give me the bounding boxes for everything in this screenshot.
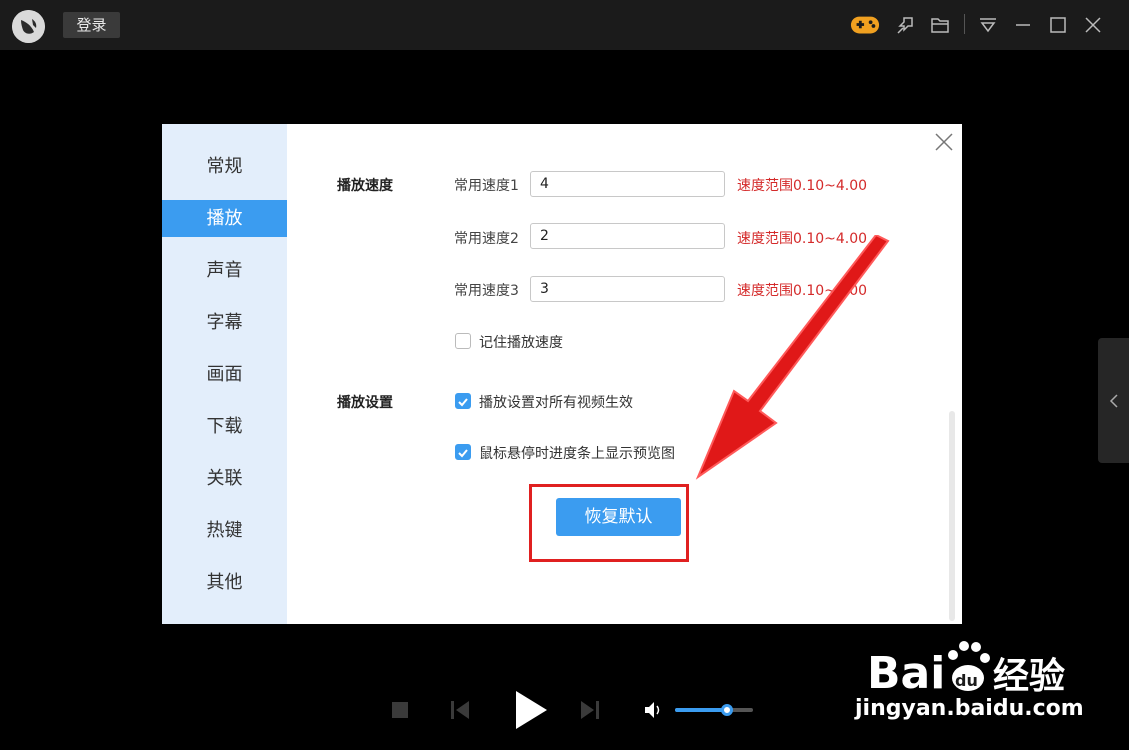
login-button[interactable]: 登录 (63, 12, 120, 38)
volume-slider-handle[interactable] (721, 704, 733, 716)
speed-2-label: 常用速度2 (454, 231, 519, 247)
hover-preview-checkbox[interactable] (455, 444, 471, 460)
apply-all-videos-checkbox[interactable] (455, 393, 471, 409)
dialog-close-icon[interactable] (932, 130, 956, 154)
annotation-highlight-box (529, 484, 689, 562)
title-bar: 登录 (0, 0, 1129, 50)
nav-item-playback[interactable]: 播放 (162, 200, 287, 237)
previous-icon[interactable] (450, 699, 470, 725)
close-icon[interactable] (1078, 10, 1108, 40)
speed-3-label: 常用速度3 (454, 283, 519, 299)
nav-item-general[interactable]: 常规 (162, 148, 287, 185)
speed-1-input[interactable]: 4 (530, 171, 725, 197)
annotation-arrow (695, 235, 890, 480)
pin-icon[interactable] (891, 10, 921, 40)
remember-speed-checkbox[interactable] (455, 333, 471, 349)
dialog-scrollbar[interactable] (949, 411, 955, 621)
play-icon[interactable] (513, 689, 549, 735)
apply-all-videos-label: 播放设置对所有视频生效 (479, 395, 633, 411)
sidebar-toggle[interactable] (1098, 338, 1129, 463)
play-section-label: 播放设置 (337, 395, 393, 411)
volume-icon[interactable] (643, 700, 665, 724)
folder-icon[interactable] (925, 10, 955, 40)
next-icon[interactable] (580, 699, 600, 725)
speed-1-range-hint: 速度范围0.10~4.00 (737, 178, 868, 194)
volume-slider-fill (675, 708, 727, 712)
svg-text:du: du (955, 671, 978, 690)
maximize-icon[interactable] (1043, 10, 1073, 40)
hover-preview-label: 鼠标悬停时进度条上显示预览图 (479, 446, 675, 462)
nav-item-subtitles[interactable]: 字幕 (162, 304, 287, 341)
check-icon (458, 398, 468, 407)
nav-item-download[interactable]: 下载 (162, 408, 287, 445)
remember-speed-label: 记住播放速度 (479, 335, 563, 351)
stop-icon[interactable] (391, 701, 409, 723)
nav-item-audio[interactable]: 声音 (162, 252, 287, 289)
nav-item-picture[interactable]: 画面 (162, 356, 287, 393)
check-icon (458, 449, 468, 458)
speed-section-label: 播放速度 (337, 178, 393, 194)
nav-item-association[interactable]: 关联 (162, 460, 287, 497)
watermark-url: jingyan.baidu.com (855, 696, 1084, 721)
svg-text:Bai: Bai (867, 648, 945, 699)
chevron-left-icon (1109, 393, 1118, 408)
nav-item-other[interactable]: 其他 (162, 564, 287, 601)
speed-1-label: 常用速度1 (454, 178, 519, 194)
svg-text:经验: 经验 (993, 656, 1065, 697)
player-window: 登录 常规 播放 声音 字幕 画面 下载 关联 热键 其他 播放速度 常用速度1… (0, 0, 1129, 750)
menu-dropdown-icon[interactable] (973, 10, 1003, 40)
titlebar-separator (964, 14, 965, 34)
app-logo-icon[interactable] (12, 10, 45, 43)
gamepad-icon[interactable] (850, 10, 880, 40)
nav-item-hotkeys[interactable]: 热键 (162, 512, 287, 549)
settings-nav: 常规 播放 声音 字幕 画面 下载 关联 热键 其他 (162, 124, 287, 624)
minimize-icon[interactable] (1008, 10, 1038, 40)
